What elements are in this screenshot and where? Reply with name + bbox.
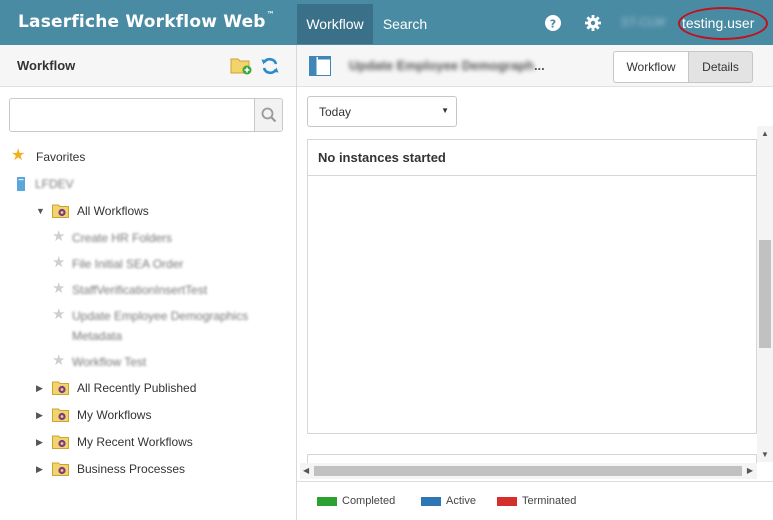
left-panel-title: Workflow: [17, 58, 76, 73]
tree-item-label: Update Employee Demographics: [72, 309, 249, 323]
details-view-button[interactable]: Details: [688, 51, 753, 83]
legend-label: Completed: [342, 495, 396, 507]
tree-item-label: Favorites: [36, 150, 86, 164]
star-icon[interactable]: ★: [52, 254, 65, 272]
left-panel-header: Workflow: [0, 45, 296, 87]
workflow-folder-icon: [52, 408, 69, 422]
tree-item-folder[interactable]: ▶ All Recently Published: [34, 379, 254, 397]
tab-search[interactable]: Search: [374, 4, 436, 44]
tree-item-label: Workflow Test: [72, 355, 147, 369]
star-icon[interactable]: ★: [52, 280, 65, 298]
tree-item-label-continued: Metadata: [72, 329, 123, 343]
tree-item-label: All Workflows: [77, 204, 149, 218]
star-icon: ★: [11, 147, 26, 164]
brand-name: Laserfiche Workflow Web: [18, 12, 266, 32]
panel-toggle-icon[interactable]: [309, 56, 331, 76]
top-bar: Laserfiche Workflow Web™ Workflow Search…: [0, 0, 773, 45]
tree-item-label: Business Processes: [77, 462, 186, 476]
caret-right-icon[interactable]: ▶: [36, 406, 43, 424]
horizontal-scrollbar[interactable]: ◀ ▶: [300, 463, 757, 479]
tree-item-label: LFDEV: [35, 177, 74, 191]
server-icon: [17, 177, 25, 191]
grid-header: No instances started: [308, 140, 756, 176]
scroll-thumb[interactable]: [314, 466, 742, 476]
tree-item-favorites[interactable]: ★ Favorites: [11, 147, 211, 166]
caret-right-icon[interactable]: ▶: [36, 433, 43, 451]
date-range-value: Today: [319, 105, 352, 119]
tree-item-workflow[interactable]: ★ Create HR Folders: [52, 228, 272, 247]
scroll-right-icon[interactable]: ▶: [747, 466, 753, 475]
dropdown-arrow-icon: ▼: [441, 106, 449, 115]
instances-grid: No instances started: [307, 139, 757, 434]
scroll-left-icon[interactable]: ◀: [303, 466, 309, 475]
tree-item-label: StaffVerificationInsertTest: [72, 283, 208, 297]
svg-text:?: ?: [550, 18, 556, 31]
grid-message: No instances started: [318, 150, 446, 165]
scroll-down-icon[interactable]: ▼: [761, 450, 769, 459]
tree-item-label: My Workflows: [77, 408, 152, 422]
trademark-symbol: ™: [266, 10, 275, 19]
tree-item-label: My Recent Workflows: [77, 435, 193, 449]
legend-label: Terminated: [522, 495, 577, 507]
tree-item-all-workflows[interactable]: ▼ All Workflows: [34, 202, 234, 220]
star-icon[interactable]: ★: [52, 228, 65, 246]
workflow-title-text: Update Employee Demograph: [349, 58, 534, 73]
workflow-folder-icon: [52, 381, 69, 395]
tree-item-label: Create HR Folders: [72, 231, 173, 245]
gear-icon[interactable]: [585, 15, 601, 31]
tree-search: [9, 98, 283, 132]
tree-item-folder[interactable]: ▶ My Workflows: [34, 406, 254, 424]
scroll-thumb[interactable]: [759, 240, 771, 348]
title-ellipsis: ...: [533, 58, 545, 73]
star-icon[interactable]: ★: [52, 306, 65, 324]
tree-item-workflow[interactable]: ★ StaffVerificationInsertTest: [52, 280, 272, 299]
tree-item-server[interactable]: LFDEV: [17, 175, 217, 193]
caret-right-icon[interactable]: ▶: [36, 379, 43, 397]
tree-item-workflow[interactable]: ★ Update Employee Demographics Metadata: [52, 306, 272, 347]
workflow-folder-icon: [52, 435, 69, 449]
vertical-scrollbar[interactable]: ▲ ▼: [757, 126, 773, 462]
tree-item-folder[interactable]: ▶ Business Processes: [34, 460, 254, 478]
caret-right-icon[interactable]: ▶: [36, 460, 43, 478]
legend-swatch: [497, 497, 517, 506]
right-panel-header: Update Employee Demograph... Workflow De…: [297, 45, 773, 87]
tree-item-workflow[interactable]: ★ Workflow Test: [52, 352, 272, 371]
tab-workflow[interactable]: Workflow: [297, 4, 373, 44]
tree-search-input[interactable]: [10, 99, 254, 131]
left-panel: Workflow ★ Favorites LFDEV ▼ All Workflo…: [0, 45, 296, 520]
workflow-title: Update Employee Demograph...: [349, 58, 545, 73]
legend-swatch: [317, 497, 337, 506]
app-brand: Laserfiche Workflow Web™: [18, 10, 275, 32]
refresh-icon[interactable]: [260, 56, 280, 76]
tree-item-label: File Initial SEA Order: [72, 257, 184, 271]
workflow-view-button[interactable]: Workflow: [613, 51, 689, 83]
search-icon: [261, 107, 277, 123]
user-name[interactable]: testing.user: [682, 15, 754, 31]
legend-label: Active: [446, 495, 476, 507]
status-legend: Completed Active Terminated: [297, 481, 773, 520]
help-icon[interactable]: ?: [545, 15, 561, 31]
tree-item-label: All Recently Published: [77, 381, 197, 395]
panel-divider[interactable]: [296, 45, 297, 520]
tree-item-folder[interactable]: ▶ My Recent Workflows: [34, 433, 254, 451]
tree-item-workflow[interactable]: ★ File Initial SEA Order: [52, 254, 272, 273]
user-domain: ST-CLW: [621, 15, 666, 29]
workflow-folder-icon: [52, 204, 69, 218]
search-button[interactable]: [254, 99, 282, 131]
scroll-up-icon[interactable]: ▲: [761, 129, 769, 138]
caret-down-icon[interactable]: ▼: [36, 202, 45, 220]
workflow-folder-icon: [52, 462, 69, 476]
new-folder-icon[interactable]: [230, 56, 252, 75]
star-icon[interactable]: ★: [52, 352, 65, 370]
legend-swatch: [421, 497, 441, 506]
date-range-select[interactable]: Today ▼: [307, 96, 457, 127]
